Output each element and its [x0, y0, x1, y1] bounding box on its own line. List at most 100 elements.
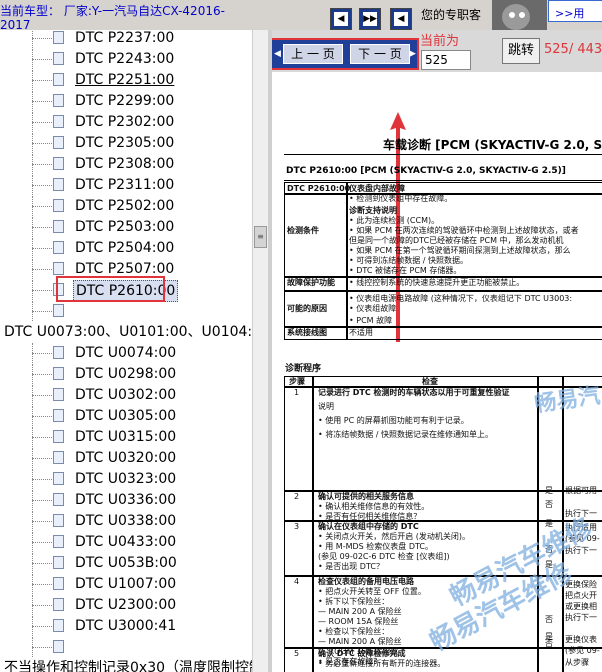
step-number: 2	[294, 492, 300, 501]
home-arrow-icon: ◀	[394, 12, 408, 26]
dtc-tree: DTC P2237:00 DTC P2243:00 DTC P2251:00 DTC …	[0, 30, 252, 672]
step-number: 4	[294, 577, 300, 586]
tree-connector	[32, 185, 52, 186]
tree-connector	[32, 80, 52, 81]
document-icon	[53, 451, 64, 464]
table-row-text: • PCM 故障	[349, 316, 393, 325]
subtitle-rule	[284, 180, 602, 181]
table-row-text: 诊断支持说明	[349, 206, 397, 215]
document-icon	[53, 367, 64, 380]
prev-page-button[interactable]: 上 一 页	[283, 44, 343, 64]
tree-item-label: DTC P2311:00	[75, 177, 175, 193]
tree-item-label: DTC U0433:00	[75, 534, 177, 550]
expert-service-text: 您的专职客	[421, 8, 482, 22]
document-icon	[53, 388, 64, 401]
mascot-eye-icon	[509, 12, 515, 18]
tree-connector	[32, 542, 52, 543]
table-row-text: • 如果 PCM 在第一个驾驶循环期间探测到上述故障状态，那么	[349, 246, 571, 255]
tree-connector	[32, 374, 52, 375]
document-icon	[53, 556, 64, 569]
table-divider	[346, 182, 348, 340]
tree-item-label: DTC P2308:00	[75, 156, 175, 172]
table-row-text: 但是同一个故障的DTC已经被存储在 PCM 中，那么发动机机	[349, 236, 564, 245]
help-link-box[interactable]: >>用	[548, 0, 602, 22]
jump-button[interactable]: 跳转	[502, 38, 540, 64]
table-row-header: 系统接线图	[287, 328, 327, 337]
tree-connector	[32, 416, 52, 417]
page-count: 525/ 4436	[544, 42, 602, 57]
table-row-text: • 此为连续检测 (CCM)。	[349, 216, 440, 225]
document-icon	[53, 262, 64, 275]
vehicle-line-1: 当前车型： 厂家:Y-一汽马自达CX-42016-	[0, 4, 225, 18]
step-line: • 用 M-MDS 检索仪表盘 DTC。	[318, 542, 433, 551]
nav-fast-forward-button[interactable]: ▶▶	[359, 8, 381, 30]
table-divider	[312, 376, 314, 672]
step-number: 5	[294, 649, 300, 658]
table-row-header: 可能的原因	[287, 304, 327, 313]
step-line: • 确认相关维修信息的有效性。	[318, 502, 430, 511]
action-note: (参见 09-	[565, 646, 600, 655]
tree-connector	[32, 311, 52, 312]
step-line: (参见 09-02C-6 DTC 检查 [仪表组])	[318, 552, 450, 561]
help-link[interactable]: >>用	[555, 5, 584, 21]
doc-subtitle: DTC P2610:00 [PCM (SKYACTIV-G 2.0, SKYAC…	[286, 166, 566, 176]
action-note: 执行下一	[565, 613, 597, 622]
step-line: 说明	[318, 402, 334, 411]
step-line: • 使用 PC 的屏幕抓图功能可有利于记录。	[318, 416, 469, 425]
table-rule	[284, 326, 602, 328]
selected-highlight-box	[56, 276, 165, 302]
document-icon	[53, 640, 64, 653]
tree-item-label: DTC P2243:00	[75, 51, 175, 67]
answer-cell: 是	[545, 486, 553, 495]
tree-connector	[32, 500, 52, 501]
step-line: • 关闭点火开关，然后开启 (发动机关闭)。	[318, 532, 471, 541]
document-icon	[53, 31, 64, 44]
document-icon	[53, 241, 64, 254]
tree-connector	[32, 647, 52, 648]
step-line: • 把点火开关转至 OFF 位置。	[318, 587, 426, 596]
tree-item-label: 不当操作和控制记录0x30（温度限制控制）	[4, 660, 252, 672]
step-line: • 将冻结帧数据 / 快照数据记录在维修通知单上。	[318, 430, 494, 439]
tree-item-label: DTC U3000:41	[75, 618, 177, 634]
next-page-button[interactable]: 下 一 页	[350, 44, 410, 64]
tree-item-label: DTC U0073:00、U0101:00、U0104:00、	[4, 324, 252, 340]
tree-item-label: DTC U0302:00	[75, 387, 177, 403]
tree-item-label: DTC U0305:00	[75, 408, 177, 424]
table-row-text: • 如果 PCM 在两次连续的驾驶循环中检测到上述故障状态，或者	[349, 226, 579, 235]
doc-title: 车载诊断 [PCM (SKYACTIV-G 2.0, SKY	[383, 138, 602, 152]
document-icon	[53, 52, 64, 65]
scrollbar-thumb[interactable]: ≡	[254, 226, 267, 248]
table-row-header: DTC P2610:00	[287, 184, 351, 193]
tree-connector	[32, 30, 33, 48]
document-icon	[53, 598, 64, 611]
step-line: 确认在仪表组中存储的 DTC	[318, 522, 419, 531]
tree-item-label: DTC U0323:00	[75, 471, 177, 487]
tree-item-label: DTC U0338:00	[75, 513, 177, 529]
action-note: 从步骤	[565, 658, 589, 667]
nav-home-button[interactable]: ◀	[390, 8, 412, 30]
tree-connector	[32, 59, 52, 60]
step-line: — MAIN 200 A 保险丝	[318, 637, 402, 646]
document-icon	[53, 535, 64, 548]
tree-item-label: DTC U053B:00	[75, 555, 177, 571]
document-icon	[53, 472, 64, 485]
tree-connector	[32, 227, 52, 228]
tree-connector	[32, 521, 52, 522]
table-row-text: • DTC 被储存在 PCM 存储器。	[349, 266, 462, 275]
tree-connector	[32, 101, 52, 102]
procedure-title: 诊断程序	[285, 364, 322, 374]
document-panel: ◀ 上 一 页 下 一 页 ▶ 当前为 跳转 525/ 4436 车载诊断 [P…	[272, 30, 602, 672]
tree-connector	[32, 122, 52, 123]
tree-item-label: DTC P2299:00	[75, 93, 175, 109]
tree-connector	[32, 605, 52, 606]
step-line: 记录进行 DTC 检测时的车辆状态以用于可重复性验证	[318, 388, 510, 397]
document-icon	[53, 178, 64, 191]
tree-scrollbar[interactable]: ≡	[252, 30, 268, 672]
document-icon	[53, 136, 64, 149]
current-page-label: 当前为	[420, 34, 460, 49]
table-rule	[284, 290, 602, 292]
page-number-input[interactable]	[421, 50, 471, 70]
action-note: 或更换相	[565, 602, 597, 611]
nav-back-button[interactable]: ◀	[330, 8, 352, 30]
prev-arrow-icon: ◀	[274, 49, 281, 59]
